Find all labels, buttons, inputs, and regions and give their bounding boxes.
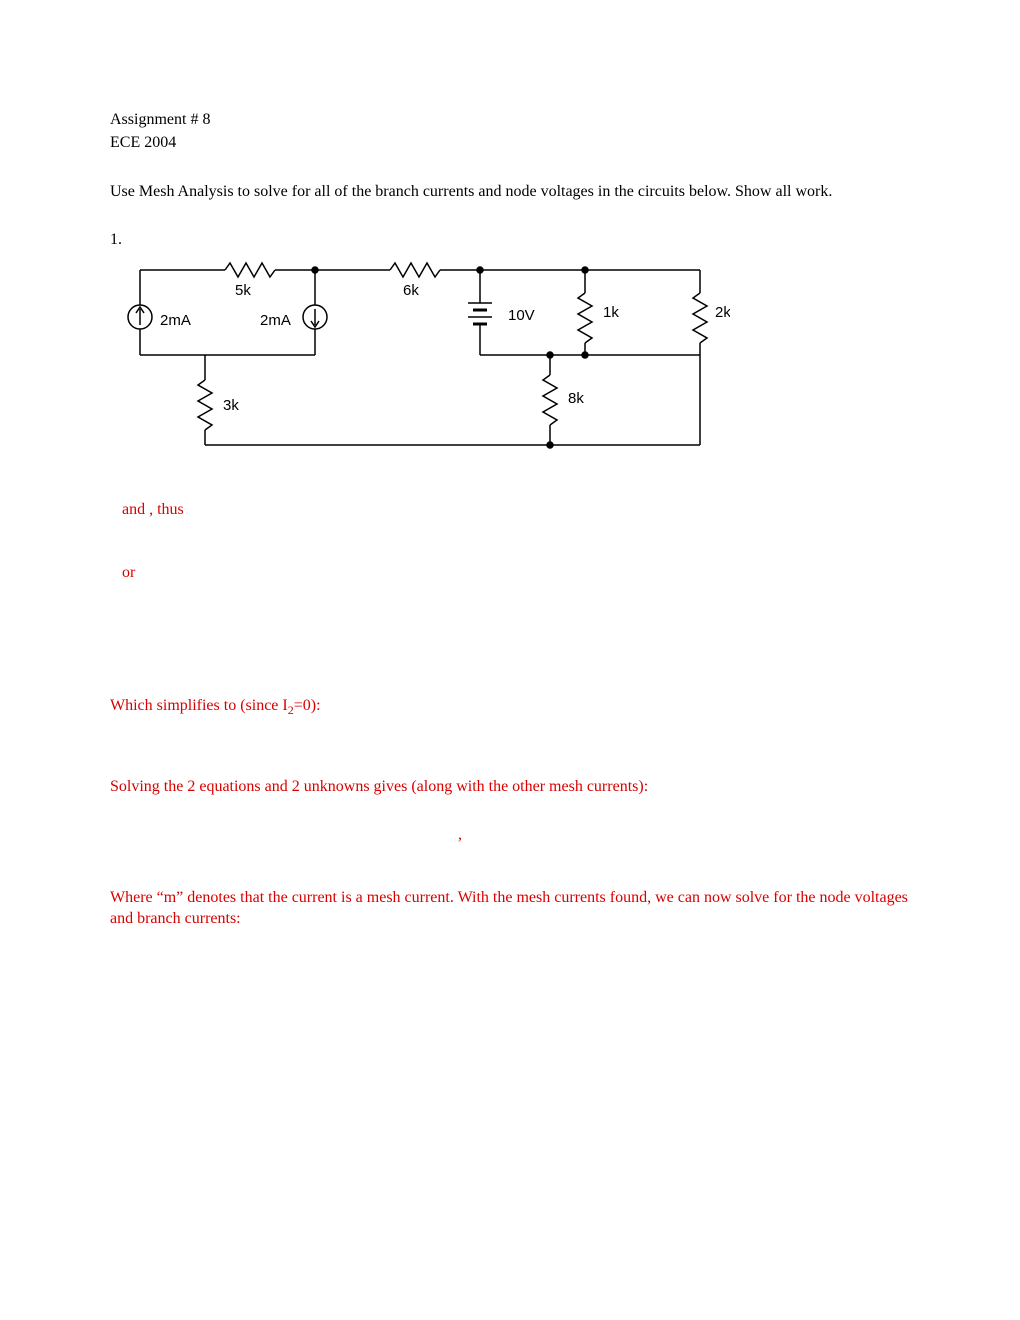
page-content: Assignment # 8 ECE 2004 Use Mesh Analysi… xyxy=(0,0,1020,930)
sol-and-thus: and , thus xyxy=(110,500,910,521)
sol-where-m: Where “m” denotes that the current is a … xyxy=(110,888,910,930)
label-5k: 5k xyxy=(235,282,251,299)
course-code: ECE 2004 xyxy=(110,133,910,154)
sol-simplifies: Which simplifies to (since I2=0): xyxy=(110,696,910,719)
label-2k: 2k xyxy=(715,304,730,321)
circuit-diagram: 5k 6k 2mA 2mA 10V 1k 2k 3k 8k xyxy=(120,255,730,460)
sol-solving: Solving the 2 equations and 2 unknowns g… xyxy=(110,777,910,798)
sol-or: or xyxy=(110,563,910,584)
instruction-text: Use Mesh Analysis to solve for all of th… xyxy=(110,182,910,203)
label-10v: 10V xyxy=(508,307,535,324)
label-2ma-left: 2mA xyxy=(160,312,191,329)
question-number: 1. xyxy=(110,230,910,251)
label-1k: 1k xyxy=(603,304,619,321)
label-6k: 6k xyxy=(403,282,419,299)
label-8k: 8k xyxy=(568,390,584,407)
label-2ma-right: 2mA xyxy=(260,312,291,329)
sol-comma: , xyxy=(110,825,810,846)
assignment-title: Assignment # 8 xyxy=(110,110,910,131)
label-3k: 3k xyxy=(223,397,239,414)
